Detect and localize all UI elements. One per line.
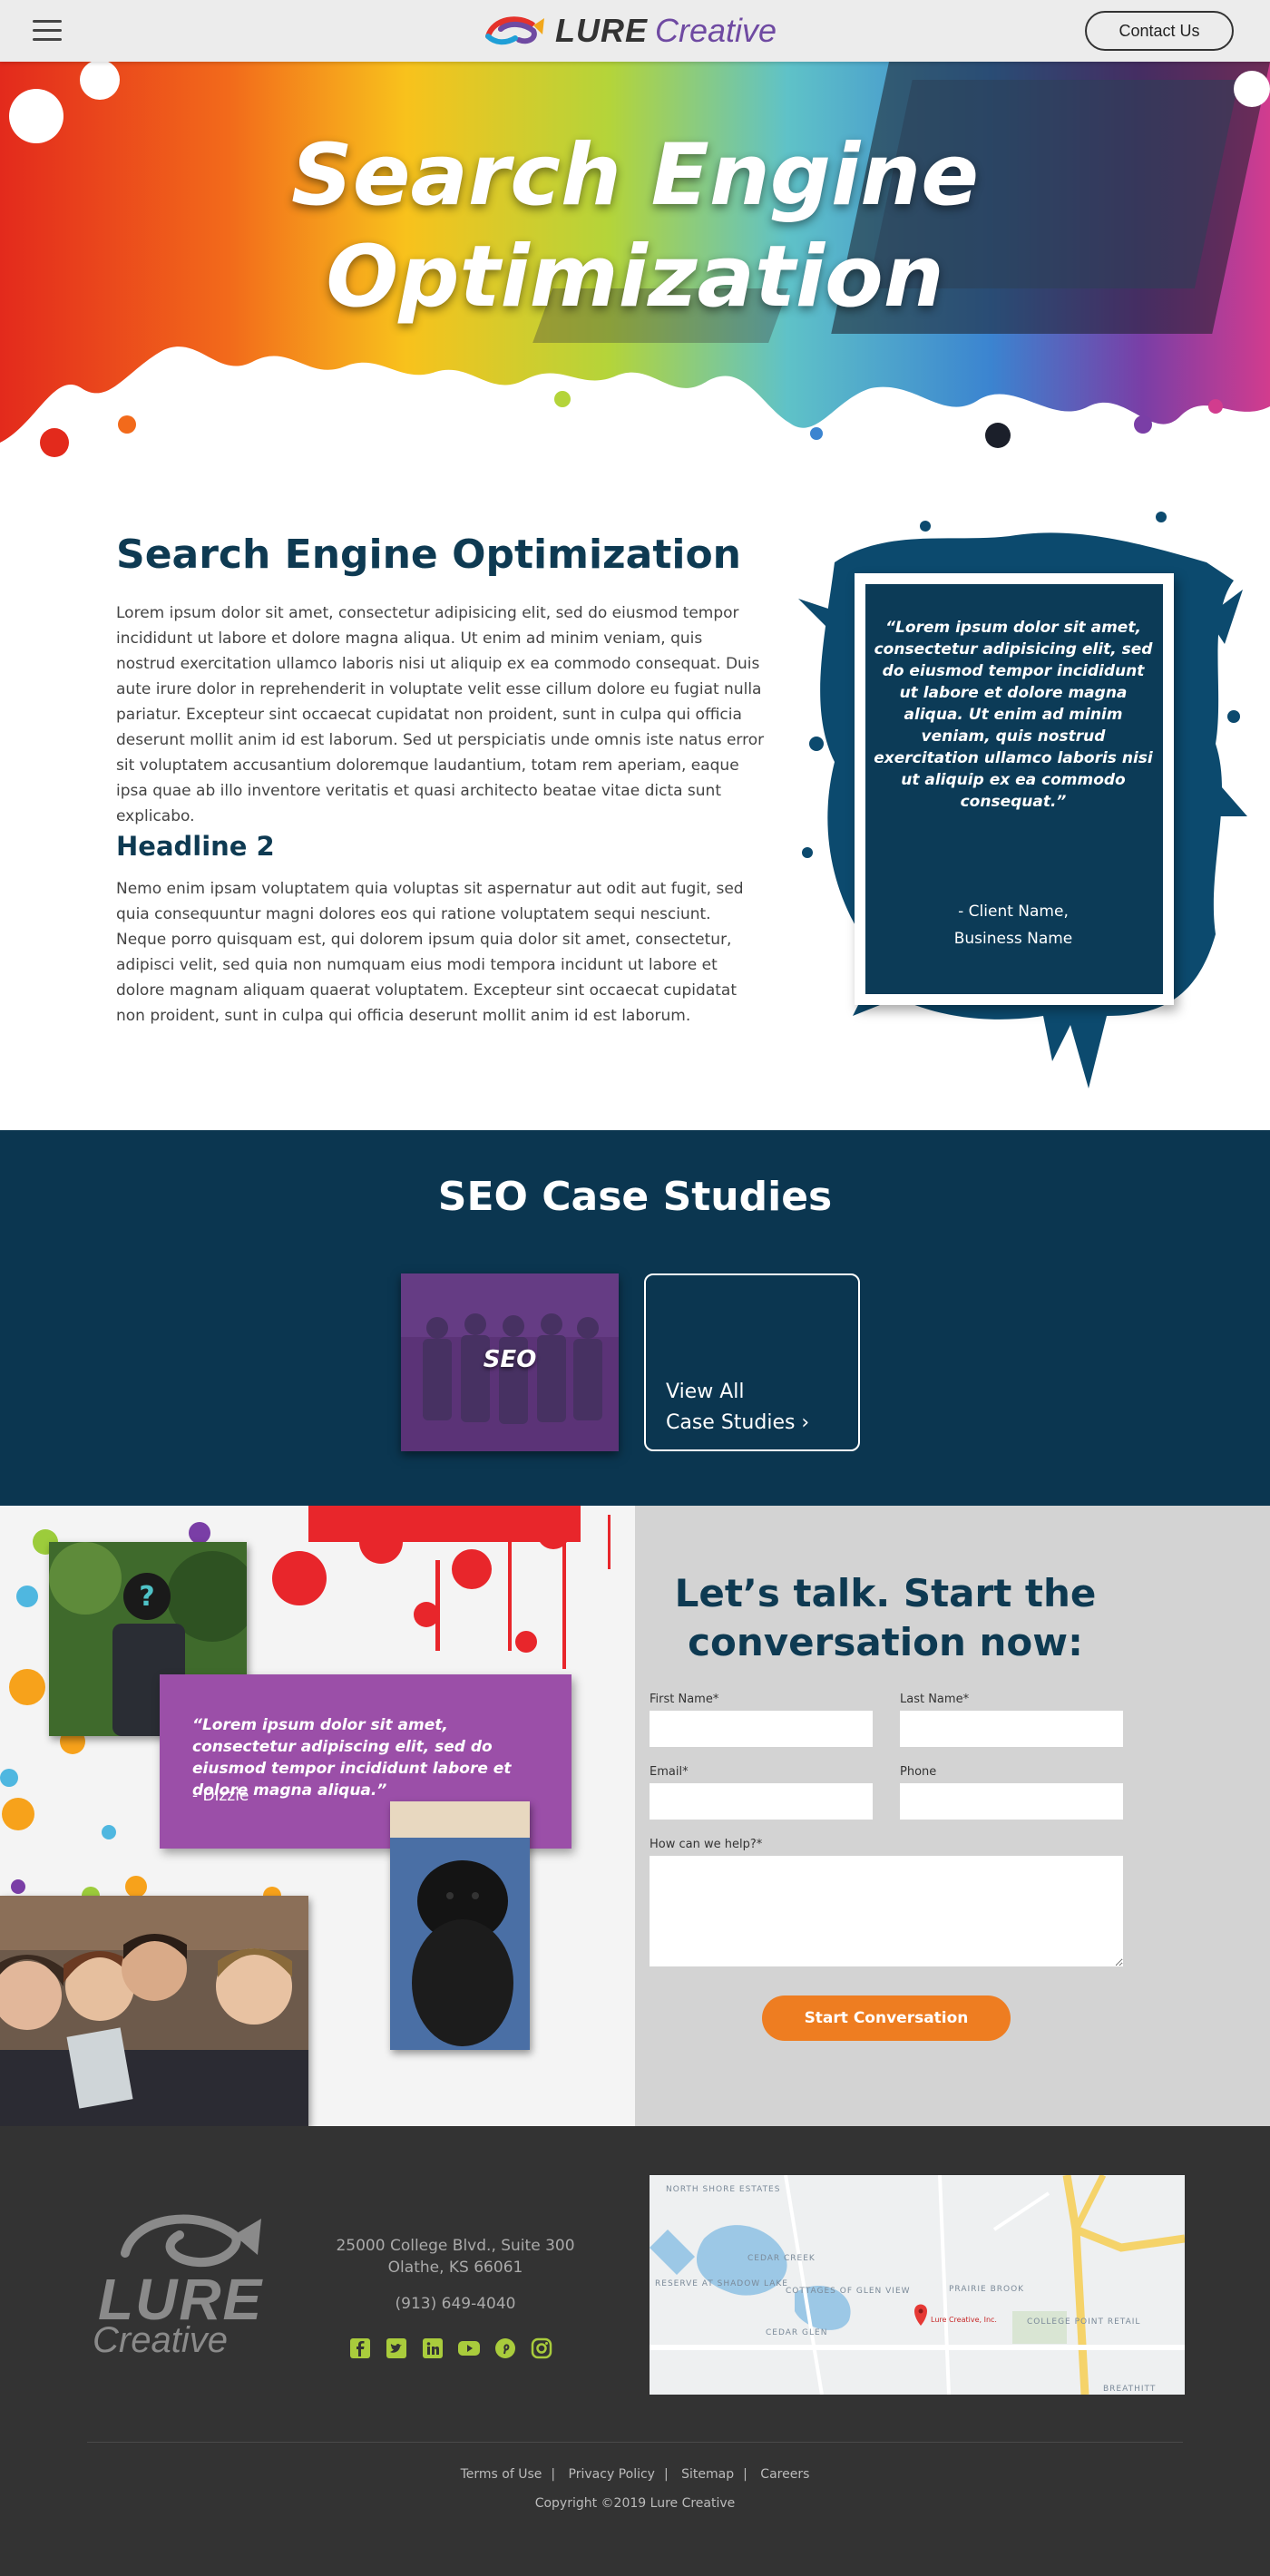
testimonial-photo-group — [0, 1896, 308, 2126]
logo-creative-text: Creative — [655, 12, 777, 49]
menu-icon[interactable] — [33, 20, 62, 42]
location-map[interactable]: NORTH SHORE ESTATES CEDAR CREEK RESERVE … — [650, 2175, 1185, 2395]
map-label-cottages: COTTAGES OF GLEN VIEW — [786, 2287, 911, 2296]
hero-title: Search Engine Optimization — [0, 125, 1270, 328]
youtube-icon[interactable] — [457, 2337, 481, 2360]
map-pin-label: Lure Creative, Inc. — [931, 2316, 997, 2324]
footer-links: Terms of Use | Privacy Policy | Sitemap | C… — [460, 2467, 810, 2482]
footer-address-line2: Olathe, KS 66061 — [387, 2259, 523, 2277]
pinterest-icon[interactable] — [493, 2337, 517, 2360]
first-name-input[interactable] — [650, 1711, 873, 1747]
phone-label: Phone — [900, 1765, 937, 1779]
twitter-icon[interactable] — [385, 2337, 408, 2360]
view-all-line2: Case Studies › — [666, 1411, 810, 1434]
facebook-icon[interactable] — [348, 2337, 372, 2360]
map-label-prairie-brook: PRAIRIE BROOK — [949, 2285, 1024, 2294]
hero-banner: Search Engine Optimization — [0, 62, 1270, 461]
phone-input[interactable] — [900, 1783, 1123, 1820]
last-name-label: Last Name* — [900, 1693, 970, 1706]
contact-us-button[interactable]: Contact Us — [1085, 11, 1234, 51]
map-label-reserve: RESERVE AT SHADOW LAKE — [655, 2279, 788, 2288]
contact-title: Let’s talk. Start the conversation now: — [674, 1571, 1097, 1664]
map-label-cedar-creek: CEDAR CREEK — [747, 2254, 816, 2263]
site-header: LURE Creative Contact Us — [0, 0, 1270, 62]
careers-link[interactable]: Careers — [760, 2467, 809, 2482]
start-conversation-button[interactable]: Start Conversation — [762, 1995, 1011, 2041]
terms-link[interactable]: Terms of Use — [461, 2467, 542, 2482]
site-logo[interactable]: LURE Creative — [483, 11, 777, 51]
case-studies-title: SEO Case Studies — [437, 1174, 833, 1220]
hero-title-line2: Optimization — [326, 228, 944, 327]
case-card-label: SEO — [483, 1346, 537, 1373]
map-label-college-point: COLLEGE POINT RETAIL — [1027, 2317, 1140, 2327]
footer-address: 25000 College Blvd., Suite 300 Olathe, K… — [312, 2235, 599, 2278]
intro-paragraph: Lorem ipsum dolor sit amet, consectetur … — [116, 604, 765, 825]
testimonial-name: - Dizzie — [192, 1787, 249, 1805]
quote-attribution: - Client Name, Business Name — [873, 898, 1154, 952]
footer-address-line1: 25000 College Blvd., Suite 300 — [336, 2237, 575, 2255]
logo-fish-icon — [485, 16, 544, 45]
privacy-link[interactable]: Privacy Policy — [569, 2467, 655, 2482]
view-all-label: View All Case Studies › — [666, 1377, 809, 1439]
quote-client-name: - Client Name, — [958, 903, 1069, 921]
map-label-north-shore: NORTH SHORE ESTATES — [666, 2185, 780, 2194]
email-input[interactable] — [650, 1783, 873, 1820]
contact-section: ? “Lorem ipsum dolor sit amet, consectet… — [0, 1506, 1270, 2126]
svg-text:?: ? — [139, 1581, 154, 1613]
map-label-breathitt: BREATHITT — [1103, 2385, 1156, 2394]
map-image: NORTH SHORE ESTATES CEDAR CREEK RESERVE … — [650, 2175, 1185, 2395]
view-all-case-studies-button[interactable]: View All Case Studies › — [644, 1273, 860, 1451]
footer-logo-creative: Creative — [93, 2320, 228, 2360]
hero-title-line1: Search Engine — [291, 126, 979, 225]
quote-text: “Lorem ipsum dolor sit amet, consectetur… — [874, 619, 1153, 811]
sitemap-link[interactable]: Sitemap — [681, 2467, 734, 2482]
linkedin-icon[interactable] — [421, 2337, 444, 2360]
map-label-cedar-glen: CEDAR GLEN — [766, 2328, 827, 2337]
body-paragraph: Nemo enim ipsam voluptatem quia voluptas… — [116, 880, 744, 1025]
social-links — [348, 2337, 553, 2360]
instagram-icon[interactable] — [530, 2337, 553, 2360]
view-all-line1: View All — [666, 1381, 745, 1403]
footer-logo-fish-icon — [121, 2214, 261, 2268]
logo-lure-text: LURE — [555, 12, 648, 49]
page-heading: Search Engine Optimization — [116, 532, 742, 578]
footer-phone[interactable]: (913) 649-4040 — [312, 2293, 599, 2315]
seo-case-study-card[interactable]: SEO — [401, 1273, 619, 1451]
first-name-label: First Name* — [650, 1693, 719, 1706]
footer-divider — [87, 2442, 1183, 2443]
last-name-input[interactable] — [900, 1711, 1123, 1747]
footer-logo[interactable]: LURE Creative — [89, 2208, 270, 2371]
testimonial-photo-dog — [390, 1801, 530, 2050]
email-label: Email* — [650, 1765, 689, 1779]
client-quote-card: “Lorem ipsum dolor sit amet, consectetur… — [780, 508, 1252, 1088]
quote-business-name: Business Name — [953, 930, 1073, 948]
copyright: Copyright ©2019 Lure Creative — [534, 2496, 736, 2511]
help-textarea[interactable] — [650, 1856, 1123, 1966]
case-studies-section: SEO Case Studies SEO View All Case Studi… — [0, 1130, 1270, 1506]
help-label: How can we help?* — [650, 1838, 763, 1851]
headline-2: Headline 2 — [116, 831, 275, 862]
site-footer: LURE Creative 25000 College Blvd., Suite… — [0, 2126, 1270, 2576]
